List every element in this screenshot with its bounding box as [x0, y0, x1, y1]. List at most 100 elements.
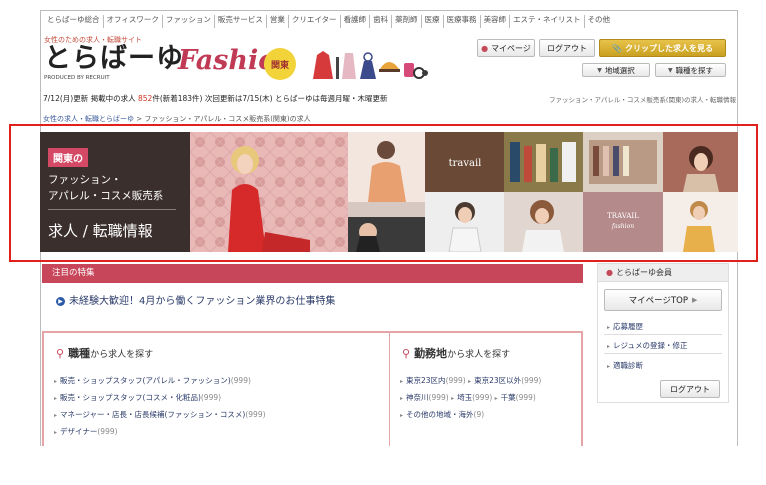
- chevron-right-icon: ▸: [54, 429, 58, 436]
- site-logo[interactable]: とらばーゆ: [44, 45, 184, 73]
- clip-jobs-button[interactable]: 📎 クリップした求人を見る: [599, 39, 726, 57]
- feature-link[interactable]: ▶ 未経験大歓迎！4月から働くファッション業界のお仕事特集: [56, 292, 335, 307]
- chevron-right-icon: ▸: [607, 363, 611, 370]
- sidebar-heading: ● とらばーゆ会員: [598, 264, 728, 282]
- job-list-item[interactable]: ▸ 販売・ショップスタッフ(アパレル・ファッション)(999): [54, 373, 266, 390]
- feature-heading: 注目の特集: [42, 264, 583, 283]
- listing-count-unit: 件: [152, 94, 160, 103]
- sidebar-item-label: 適職診断: [613, 361, 644, 370]
- logout-label: ログアウト: [547, 43, 587, 53]
- feature-link-text: 未経験大歓迎！4月から働くファッション業界のお仕事特集: [69, 296, 336, 307]
- topnav-item[interactable]: 医療: [422, 15, 444, 28]
- person-icon: ●: [481, 43, 489, 53]
- page-description: ファッション・アパレル・コスメ販売系(関東)の求人・転職情報: [549, 96, 736, 104]
- area-count: (999): [521, 376, 542, 385]
- chevron-right-icon: ▸: [54, 412, 58, 419]
- update-date: 7/12(月)更新: [43, 94, 89, 103]
- topnav-item[interactable]: その他: [585, 15, 614, 28]
- area-row: ▸ その他の地域・海外(9): [400, 407, 541, 424]
- job-label: マネージャー・店長・店長候補(ファッション・コスメ): [60, 410, 246, 419]
- area-label: 東京23区以外: [474, 376, 522, 385]
- breadcrumb: 女性の求人・転職とらばーゆ > ファッション・アパレル・コスメ販売系(関東)の求…: [43, 114, 311, 124]
- mypage-top-button[interactable]: マイページTOP ▶: [604, 289, 722, 311]
- region-select-button[interactable]: ▼ 地域選択: [582, 63, 650, 77]
- job-count: (999): [200, 393, 222, 402]
- divider: [604, 334, 722, 335]
- search-area-suffix: から求人を探す: [447, 350, 511, 360]
- area-count: (999): [445, 376, 466, 385]
- area-link[interactable]: ▸ 埼玉(999): [451, 393, 492, 402]
- breadcrumb-separator: >: [134, 115, 145, 123]
- topnav-item[interactable]: 医療事務: [444, 15, 481, 28]
- job-list-item[interactable]: ▸ マネージャー・店長・店長候補(ファッション・コスメ)(999): [54, 407, 266, 424]
- arrow-circle-icon: ▶: [691, 296, 698, 304]
- update-schedule: とらばーゆは毎週月曜・木曜更新: [274, 94, 388, 103]
- area-list: ▸ 東京23区内(999) ▸ 東京23区以外(999) ▸ 神奈川(999) ▸ 埼玉…: [400, 373, 541, 424]
- topnav-item[interactable]: 販売サービス: [215, 15, 267, 28]
- job-label: 販売・ショップスタッフ(アパレル・ファッション): [60, 376, 231, 385]
- job-label: デザイナー: [60, 427, 98, 436]
- sidebar-heading-text: とらばーゆ会員: [615, 268, 672, 277]
- job-count: (999): [230, 376, 251, 385]
- topnav-item[interactable]: とらばーゆ総合: [44, 15, 104, 28]
- area-link[interactable]: ▸ 神奈川(999): [400, 393, 449, 402]
- area-label: 東京23区内: [406, 376, 446, 385]
- sidebar-logout-button[interactable]: ログアウト: [660, 380, 720, 398]
- search-job-suffix: から求人を探す: [90, 350, 154, 360]
- listing-count: 852: [137, 94, 153, 103]
- area-label: その他の地域・海外: [406, 410, 474, 419]
- area-link[interactable]: ▸ その他の地域・海外(9): [400, 410, 484, 419]
- topnav-item[interactable]: 看護師: [341, 15, 371, 28]
- topnav-item[interactable]: ファッション: [163, 15, 215, 28]
- new-count: (新着183件): [159, 94, 203, 103]
- chevron-right-icon: ▸: [400, 412, 404, 419]
- job-list-item[interactable]: ▸ デザイナー(999): [54, 424, 266, 441]
- chevron-right-icon: ▸: [451, 395, 455, 402]
- area-link[interactable]: ▸ 千葉(999): [495, 393, 536, 402]
- job-search-button[interactable]: ▼ 職種を探す: [655, 63, 726, 77]
- topnav-item[interactable]: クリエイター: [289, 15, 341, 28]
- search-job-heading: ⚲ 職種から求人を探す: [56, 345, 153, 361]
- chevron-right-icon: ▸: [607, 324, 611, 331]
- mypage-button[interactable]: ● マイページ: [477, 39, 535, 57]
- clip-label: クリップした求人を見る: [624, 43, 713, 53]
- mypage-top-label: マイページTOP: [628, 296, 688, 306]
- topnav-item[interactable]: 美容師: [481, 15, 511, 28]
- logout-button[interactable]: ログアウト: [539, 39, 595, 57]
- chevron-right-icon: ▸: [400, 378, 404, 385]
- chevron-right-icon: ▸: [494, 395, 498, 402]
- area-label: 神奈川: [406, 393, 429, 402]
- sidebar-item-diagnosis[interactable]: ▸ 適職診断: [607, 360, 643, 371]
- job-search-label: 職種を探す: [675, 65, 714, 75]
- breadcrumb-home-link[interactable]: 女性の求人・転職とらばーゆ: [43, 115, 134, 123]
- search-by-area: ⚲ 勤務地から求人を探す ▸ 東京23区内(999) ▸ 東京23区以外(999) ▸…: [390, 333, 581, 446]
- sidebar-item-resume[interactable]: ▸ レジュメの登録・修正: [607, 340, 688, 351]
- sidebar-logout-label: ログアウト: [670, 384, 710, 394]
- topnav-item[interactable]: 歯科: [370, 15, 393, 28]
- clip-icon: 📎: [612, 43, 622, 53]
- sidebar-item-label: レジュメの登録・修正: [613, 341, 688, 350]
- topnav-item[interactable]: エステ・ネイリスト: [510, 15, 585, 28]
- search-icon: ⚲: [56, 347, 65, 360]
- topnav-item[interactable]: 営業: [267, 15, 289, 28]
- update-status: 7/12(月)更新 掲載中の求人 852件(新着183件) 次回更新は7/15(…: [43, 93, 387, 104]
- chevron-right-icon: ▸: [54, 395, 58, 402]
- topnav-item[interactable]: オフィスワーク: [104, 15, 163, 28]
- region-badge: 関東: [264, 48, 296, 80]
- topnav-item[interactable]: 薬剤師: [392, 15, 422, 28]
- chevron-right-icon: ▸: [607, 343, 611, 350]
- area-link[interactable]: ▸ 東京23区内(999): [400, 376, 466, 385]
- area-link[interactable]: ▸ 東京23区以外(999): [468, 376, 541, 385]
- job-list-item[interactable]: ▸ 販売・ショップスタッフ(コスメ・化粧品)(999): [54, 390, 266, 407]
- listing-prefix: 掲載中の求人: [90, 94, 136, 103]
- member-sidebar: ● とらばーゆ会員 マイページTOP ▶ ▸ 応募履歴 ▸ レジュメの登録・修正 ▸ 適…: [597, 263, 729, 403]
- banner-highlight-frame: [9, 124, 758, 262]
- sidebar-item-label: 応募履歴: [613, 322, 644, 331]
- chevron-right-icon: ▸: [400, 395, 404, 402]
- job-count: (999): [97, 427, 118, 436]
- job-list: ▸ 販売・ショップスタッフ(アパレル・ファッション)(999) ▸ 販売・ショップス…: [54, 373, 266, 441]
- sidebar-item-applications[interactable]: ▸ 応募履歴: [607, 321, 643, 332]
- area-count: (999): [472, 393, 493, 402]
- person-icon: ●: [606, 268, 613, 277]
- job-count: (999): [245, 410, 266, 419]
